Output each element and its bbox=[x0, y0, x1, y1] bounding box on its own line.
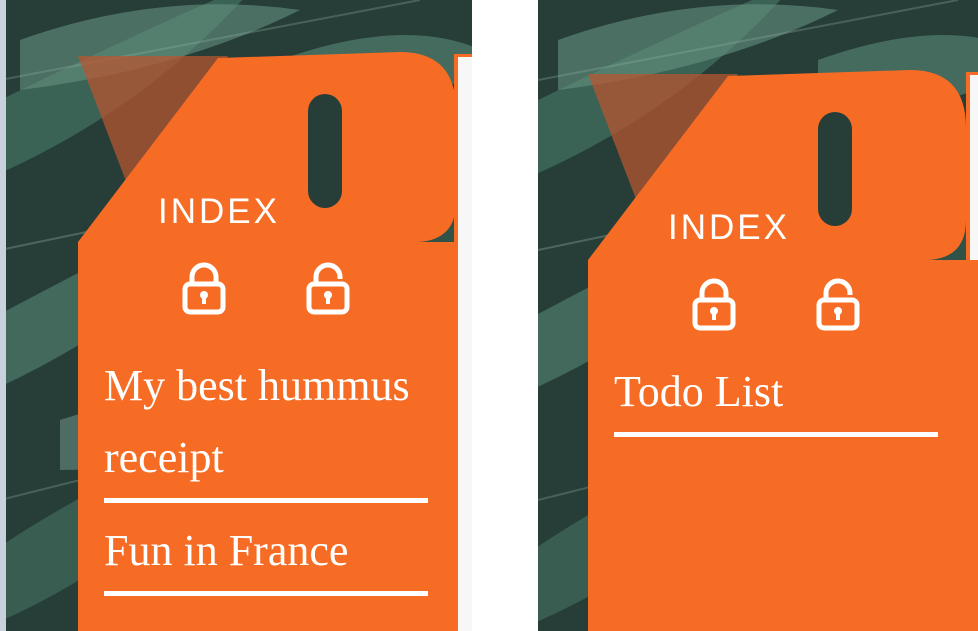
note-list: My best hummus receipt Fun in France bbox=[104, 350, 428, 608]
index-tag-card: INDEX My best hummus receipt Fun in Fran… bbox=[78, 52, 458, 631]
note-item[interactable]: Todo List bbox=[614, 356, 938, 437]
panel-edge bbox=[0, 0, 6, 631]
note-list: Todo List bbox=[614, 356, 938, 449]
lock-open-icon[interactable] bbox=[306, 262, 350, 316]
tag-title: INDEX bbox=[668, 208, 790, 247]
tag-hole bbox=[308, 94, 342, 208]
tag-title: INDEX bbox=[158, 192, 280, 231]
tag-shape bbox=[588, 70, 978, 631]
lock-open-icon[interactable] bbox=[816, 278, 860, 332]
note-item[interactable]: My best hummus receipt bbox=[104, 350, 428, 503]
right-panel: INDEX Todo List bbox=[538, 0, 978, 631]
tag-hole bbox=[818, 112, 852, 226]
lock-closed-icon[interactable] bbox=[692, 278, 736, 332]
left-panel: INDEX My best hummus receipt Fun in Fran… bbox=[0, 0, 472, 631]
index-tag-card: INDEX Todo List bbox=[588, 70, 978, 631]
note-item[interactable]: Fun in France bbox=[104, 515, 428, 596]
lock-closed-icon[interactable] bbox=[182, 262, 226, 316]
